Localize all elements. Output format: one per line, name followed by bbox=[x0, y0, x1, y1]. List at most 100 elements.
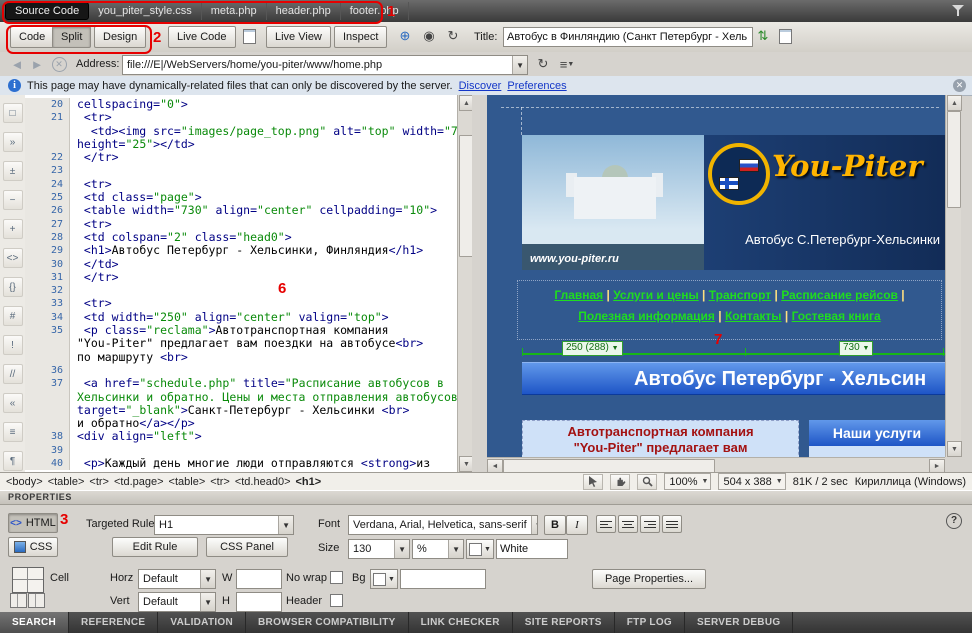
results-tab-site-reports[interactable]: SITE REPORTS bbox=[513, 612, 615, 633]
nav-link[interactable]: Контакты bbox=[725, 309, 782, 323]
results-tab-search[interactable]: SEARCH bbox=[0, 612, 69, 633]
balance-braces-icon[interactable]: {} bbox=[3, 277, 23, 297]
design-view-button[interactable]: Design bbox=[94, 26, 146, 48]
open-documents-icon[interactable]: □ bbox=[3, 103, 23, 123]
column-width-menu-right[interactable]: 730 ▼ bbox=[839, 341, 873, 356]
hand-tool-icon[interactable] bbox=[610, 474, 630, 490]
live-code-button[interactable]: Live Code bbox=[168, 26, 236, 48]
view-options-icon[interactable]: ≡▼ bbox=[556, 54, 578, 74]
design-vertical-scrollbar[interactable]: ▲ ▼ bbox=[945, 95, 961, 457]
discover-link[interactable]: Discover bbox=[459, 80, 502, 92]
italic-button[interactable]: I bbox=[566, 515, 588, 535]
results-tab-validation[interactable]: VALIDATION bbox=[158, 612, 246, 633]
nav-link[interactable]: Услуги и цены bbox=[613, 288, 699, 302]
code-line[interactable]: 26 <table width="730" align="center" cel… bbox=[25, 204, 457, 217]
visual-aids-icon[interactable]: ◉ bbox=[418, 26, 440, 46]
zoom-level-select[interactable]: 100%▼ bbox=[664, 473, 711, 490]
live-view-options-icon[interactable] bbox=[238, 26, 260, 46]
window-size-select[interactable]: 504 x 388▼ bbox=[718, 473, 785, 490]
collapse-selection-icon[interactable]: − bbox=[3, 190, 23, 210]
close-infobar-icon[interactable]: ✕ bbox=[953, 79, 966, 92]
page-heading-h1[interactable]: Автобус Петербург - Хельсин bbox=[522, 362, 945, 395]
results-tab-reference[interactable]: REFERENCE bbox=[69, 612, 158, 633]
tag-selector-item[interactable]: <tr> bbox=[89, 476, 109, 488]
preferences-link[interactable]: Preferences bbox=[507, 80, 566, 92]
remove-comment-icon[interactable]: « bbox=[3, 393, 23, 413]
code-vertical-scrollbar[interactable]: ▲ ▼ bbox=[457, 95, 473, 472]
align-right-icon[interactable] bbox=[640, 515, 660, 533]
code-line[interactable]: 21 <tr> bbox=[25, 111, 457, 124]
line-numbers-icon[interactable]: # bbox=[3, 306, 23, 326]
text-color-input[interactable] bbox=[496, 539, 568, 559]
edit-rule-button[interactable]: Edit Rule bbox=[112, 537, 198, 557]
file-management-icon[interactable]: ⇅ bbox=[752, 26, 774, 46]
code-line[interactable]: 30 </td> bbox=[25, 258, 457, 271]
code-line[interactable]: 28 <td colspan="2" class="head0"> bbox=[25, 231, 457, 244]
pane-splitter[interactable] bbox=[472, 95, 488, 472]
cell-width-input[interactable] bbox=[236, 569, 282, 589]
code-line[interactable]: 36 bbox=[25, 364, 457, 377]
code-line[interactable]: 38<div align="left"> bbox=[25, 430, 457, 443]
source-code-tab[interactable]: Source Code bbox=[5, 2, 89, 20]
results-tab-server-debug[interactable]: SERVER DEBUG bbox=[685, 612, 793, 633]
design-scrollbar-thumb[interactable] bbox=[947, 111, 961, 208]
bg-color-input[interactable] bbox=[400, 569, 486, 589]
nav-link[interactable]: Гостевая книга bbox=[792, 309, 881, 323]
help-icon[interactable]: ? bbox=[946, 513, 962, 529]
size-unit-select[interactable]: %▼ bbox=[412, 539, 464, 559]
code-line[interactable]: 31 </tr> bbox=[25, 271, 457, 284]
code-line[interactable]: 20cellspacing="0"> bbox=[25, 98, 457, 111]
tag-selector-item[interactable]: <td.head0> bbox=[235, 476, 291, 488]
reclama-text-block[interactable]: Автотранспортная компания "You-Piter" пр… bbox=[522, 420, 799, 457]
vert-select[interactable]: Default▼ bbox=[138, 592, 216, 612]
code-line[interactable]: 39 bbox=[25, 444, 457, 457]
code-line[interactable]: 40 <p>Каждый день многие люди отправляют… bbox=[25, 457, 457, 470]
code-view[interactable]: 20cellspacing="0">21 <tr> <td><img src="… bbox=[25, 95, 457, 472]
code-line[interactable]: 35 <p class="reclama">Автотранспортная к… bbox=[25, 324, 457, 337]
cell-height-input[interactable] bbox=[236, 592, 282, 612]
collapse-full-tag-icon[interactable]: ± bbox=[3, 161, 23, 181]
font-select[interactable]: Verdana, Arial, Helvetica, sans-serif▼ bbox=[348, 515, 538, 535]
align-center-icon[interactable] bbox=[618, 515, 638, 533]
nav-link[interactable]: Транспорт bbox=[709, 288, 771, 302]
scroll-down-icon[interactable]: ▼ bbox=[947, 441, 962, 457]
back-icon[interactable]: ◄ bbox=[6, 54, 28, 74]
live-view-button[interactable]: Live View bbox=[266, 26, 331, 48]
code-line[interactable]: 29 <h1>Автобус Петербург - Хельсинки, Фи… bbox=[25, 244, 457, 257]
code-line[interactable]: 22 </tr> bbox=[25, 151, 457, 164]
results-tab-link-checker[interactable]: LINK CHECKER bbox=[409, 612, 513, 633]
align-left-icon[interactable] bbox=[596, 515, 616, 533]
expand-all-icon[interactable]: + bbox=[3, 219, 23, 239]
split-cell-icon[interactable] bbox=[28, 593, 45, 608]
code-line[interactable]: по маршруту <br> bbox=[25, 351, 457, 364]
services-block[interactable]: Наши услуги bbox=[809, 420, 945, 457]
address-dropdown-icon[interactable]: ▼ bbox=[512, 56, 527, 74]
code-line[interactable]: 25 <td class="page"> bbox=[25, 191, 457, 204]
nav-link[interactable]: Расписание рейсов bbox=[781, 288, 898, 302]
code-line[interactable]: <td><img src="images/page_top.png" alt="… bbox=[25, 125, 457, 138]
code-scrollbar-thumb[interactable] bbox=[459, 135, 473, 257]
no-wrap-checkbox[interactable] bbox=[330, 571, 343, 584]
tag-selector-item[interactable]: <table> bbox=[48, 476, 85, 488]
bold-button[interactable]: B bbox=[544, 515, 566, 535]
header-checkbox[interactable] bbox=[330, 594, 343, 607]
preview-in-browser-icon[interactable]: ⊕ bbox=[394, 26, 416, 46]
code-line[interactable]: height="25"></td> bbox=[25, 138, 457, 151]
scroll-up-icon[interactable]: ▲ bbox=[947, 95, 962, 111]
related-file-tab[interactable]: footer.php bbox=[341, 2, 409, 20]
related-file-tab[interactable]: meta.php bbox=[202, 2, 267, 20]
code-line[interactable]: 27 <tr> bbox=[25, 218, 457, 231]
results-tab-browser-compatibility[interactable]: BROWSER COMPATIBILITY bbox=[246, 612, 409, 633]
page-properties-button[interactable]: Page Properties... bbox=[592, 569, 706, 589]
size-select[interactable]: 130▼ bbox=[348, 539, 410, 559]
stop-icon[interactable]: ✕ bbox=[48, 54, 70, 74]
apply-comment-icon[interactable]: // bbox=[3, 364, 23, 384]
document-title-input[interactable] bbox=[503, 27, 753, 47]
code-line[interactable]: 33 <tr> bbox=[25, 297, 457, 310]
show-code-navigator-icon[interactable]: » bbox=[3, 132, 23, 152]
design-horizontal-scrollbar[interactable]: ◄ ► bbox=[487, 457, 945, 473]
zoom-tool-icon[interactable] bbox=[637, 474, 657, 490]
tag-selector-item[interactable]: <td.page> bbox=[114, 476, 164, 488]
code-line[interactable]: 23 bbox=[25, 164, 457, 177]
css-panel-button[interactable]: CSS Panel bbox=[206, 537, 288, 557]
